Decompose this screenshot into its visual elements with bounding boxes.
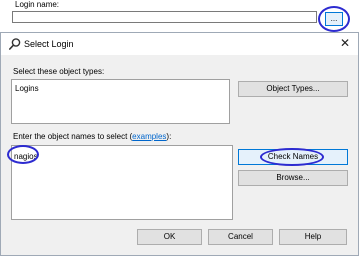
browse-button[interactable]: Browse... — [238, 170, 348, 186]
object-types-button[interactable]: Object Types... — [238, 81, 348, 97]
help-button[interactable]: Help — [279, 229, 347, 245]
object-types-label: Select these object types: — [13, 67, 105, 76]
login-name-input[interactable] — [12, 11, 317, 23]
cancel-button[interactable]: Cancel — [208, 229, 273, 245]
object-names-label-prefix: Enter the object names to select ( — [13, 132, 133, 141]
dialog-title: Select Login — [24, 39, 74, 49]
object-types-value: Logins — [15, 84, 39, 93]
object-names-textarea[interactable]: nagios — [11, 145, 233, 220]
dialog-titlebar[interactable]: Select Login ✕ — [1, 33, 358, 55]
search-icon — [8, 37, 22, 51]
object-types-box[interactable]: Logins — [11, 79, 230, 124]
login-name-label: Login name: — [15, 0, 60, 9]
ok-button[interactable]: OK — [137, 229, 202, 245]
browse-highlight-circle — [318, 6, 350, 32]
close-button[interactable]: ✕ — [338, 37, 352, 51]
check-names-highlight-circle — [260, 148, 324, 166]
object-names-label-suffix: ): — [166, 132, 172, 141]
examples-link[interactable]: examples — [132, 132, 166, 141]
names-highlight-circle — [7, 145, 39, 164]
object-names-label: Enter the object names to select (exampl… — [13, 132, 171, 142]
select-login-dialog: Select Login ✕ Select these object types… — [0, 32, 359, 256]
